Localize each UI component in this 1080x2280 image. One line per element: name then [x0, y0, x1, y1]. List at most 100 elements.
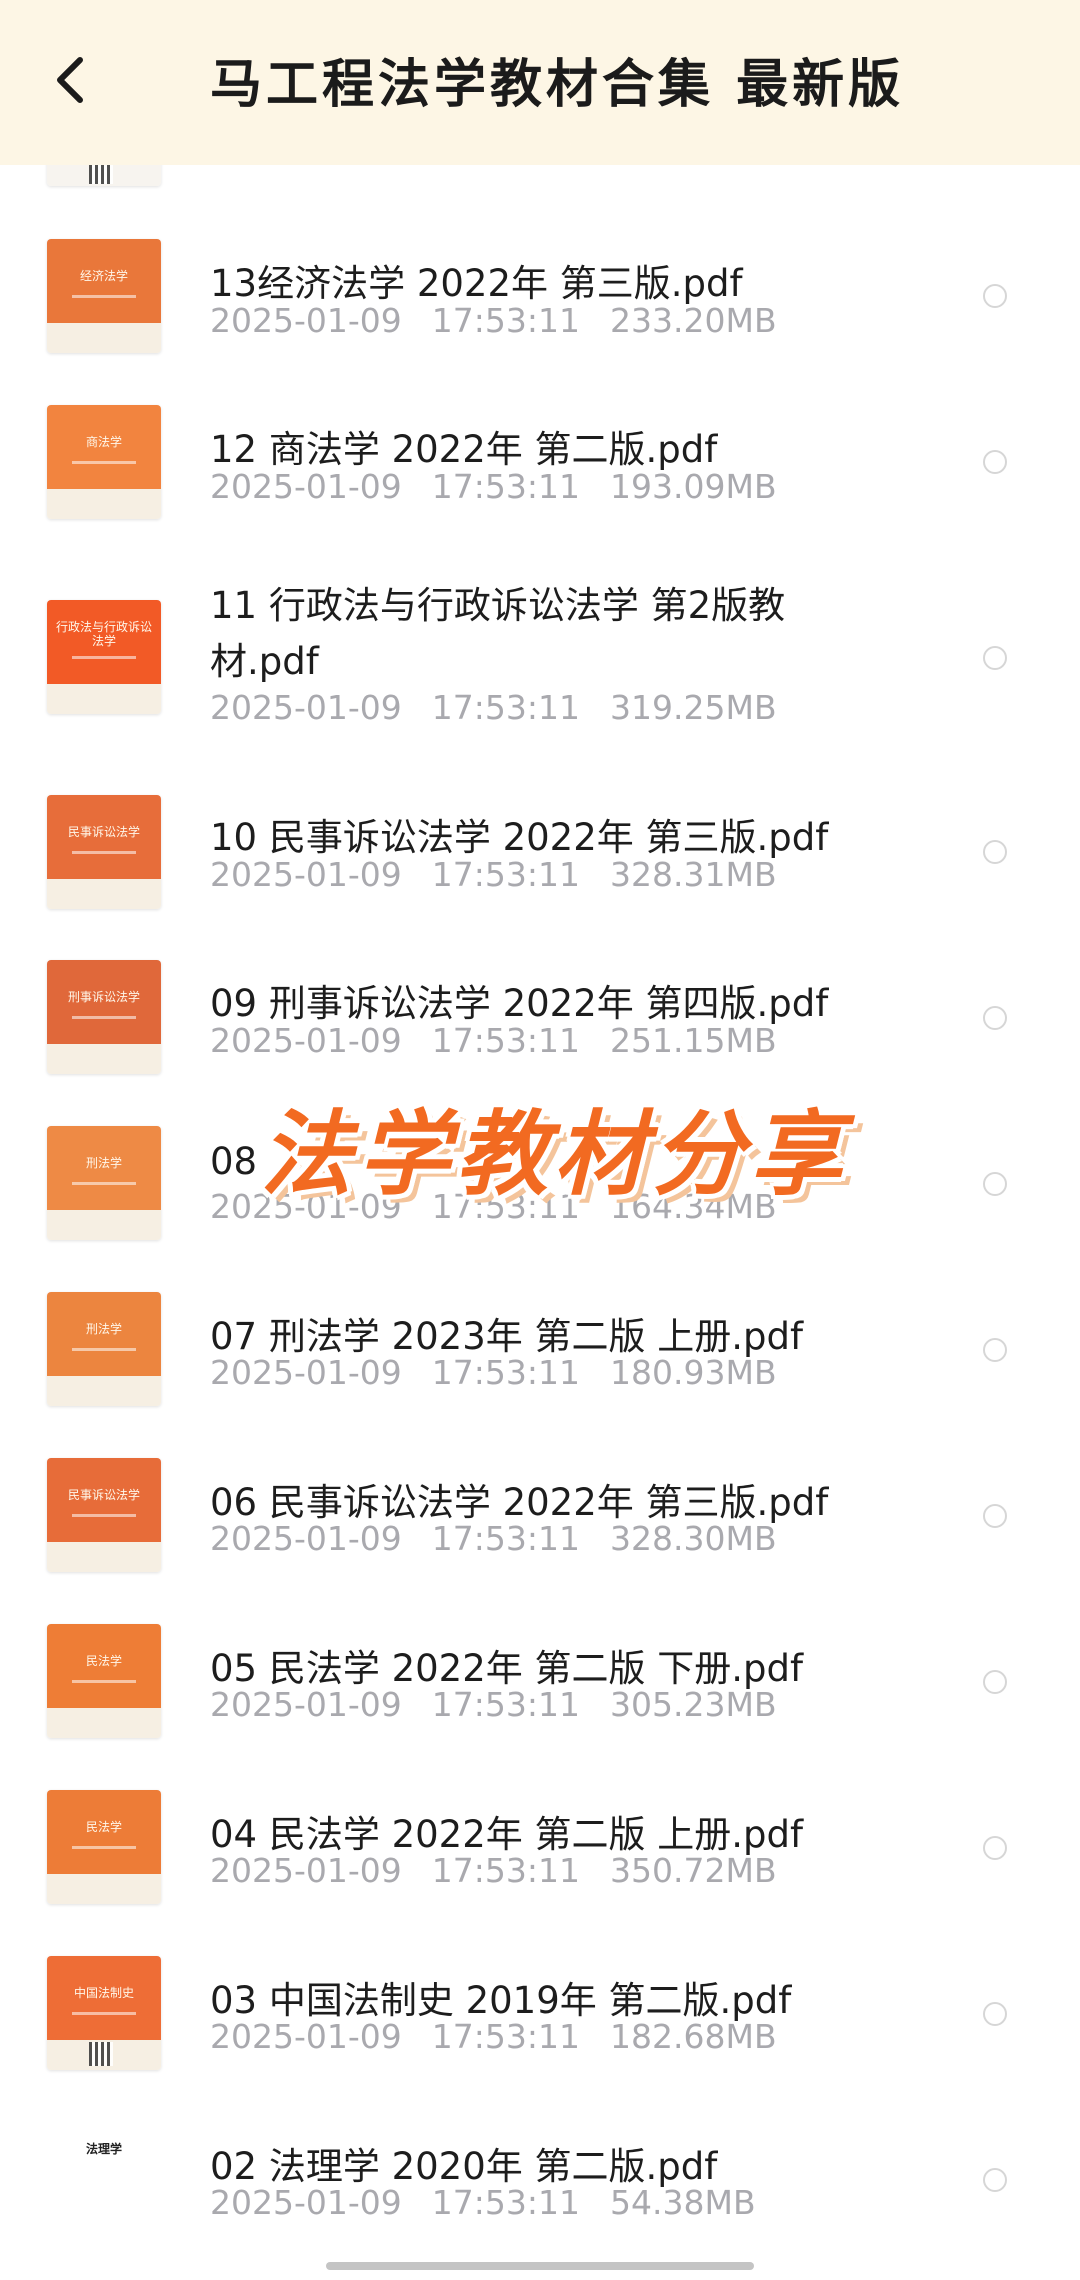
file-date: 2025-01-09: [210, 1353, 402, 1392]
select-radio[interactable]: [983, 284, 1007, 308]
select-radio[interactable]: [983, 840, 1007, 864]
list-item[interactable]: 民法学 04 民法学 2022年 第二版 上册.pdf 2025-01-09 17…: [0, 1780, 1080, 1946]
list-item[interactable]: 中国法制史 03 中国法制史 2019年 第二版.pdf 2025-01-09 1…: [0, 1946, 1080, 2112]
file-name: 09 刑事诉讼法学 2022年 第四版.pdf: [210, 982, 829, 1025]
cover-title: 民法学: [85, 1820, 122, 1834]
file-meta: 2025-01-09 17:53:11 193.09MB: [210, 467, 777, 506]
file-size: 350.72MB: [610, 1851, 777, 1890]
file-thumbnail: 民事诉讼法学: [47, 795, 161, 909]
list-item[interactable]: 商法学 12 商法学 2022年 第二版.pdf 2025-01-09 17:53…: [0, 396, 1080, 562]
cover-bottom: [47, 1542, 161, 1572]
file-name: 04 民法学 2022年 第二版 上册.pdf: [210, 1813, 804, 1856]
file-time: 17:53:11: [431, 301, 580, 340]
select-radio[interactable]: [983, 450, 1007, 474]
cover-title: 刑法学: [85, 1156, 122, 1170]
file-list-screen: 经济法学 13经济法学 2022年 第三版.pdf 2025-01-09 17:5…: [0, 0, 1080, 2280]
file-size: 319.25MB: [610, 688, 777, 727]
select-radio[interactable]: [983, 1006, 1007, 1030]
file-time: 17:53:11: [431, 688, 580, 727]
file-size: 251.15MB: [610, 1021, 777, 1060]
list-item[interactable]: 行政法与行政诉讼法学 11 行政法与行政诉讼法学 第2版教材.pdf 2025-…: [0, 570, 1080, 770]
file-date: 2025-01-09: [210, 1519, 402, 1558]
list-item[interactable]: 民事诉讼法学 10 民事诉讼法学 2022年 第三版.pdf 2025-01-0…: [0, 784, 1080, 950]
file-thumbnail: 刑法学: [47, 1292, 161, 1406]
qr-code-icon: [89, 2042, 113, 2066]
file-meta: 2025-01-09 17:53:11 182.68MB: [210, 2017, 777, 2056]
file-size: 305.23MB: [610, 1685, 777, 1724]
file-thumbnail: 民法学: [47, 1790, 161, 1904]
cover-bottom: [47, 323, 161, 353]
back-button[interactable]: [30, 35, 110, 125]
cover-bottom: [47, 1210, 161, 1240]
select-radio[interactable]: [983, 2168, 1007, 2192]
list-item[interactable]: 民法学 05 民法学 2022年 第二版 下册.pdf 2025-01-09 17…: [0, 1614, 1080, 1780]
cover-title: 中国法制史: [73, 1986, 134, 2000]
cover-title: 法理学: [85, 2142, 122, 2156]
list-item[interactable]: 法理学 02 法理学 2020年 第二版.pdf 2025-01-09 17:53…: [0, 2112, 1080, 2278]
top-app-bar: 马工程法学教材合集 最新版: [0, 0, 1080, 165]
page-title: 马工程法学教材合集 最新版: [210, 55, 905, 115]
chevron-left-icon: [57, 57, 83, 103]
file-thumbnail: 经济法学: [47, 239, 161, 353]
file-size: 233.20MB: [610, 301, 777, 340]
select-radio[interactable]: [983, 1836, 1007, 1860]
file-meta: 2025-01-09 17:53:11 350.72MB: [210, 1851, 777, 1890]
file-size: 54.38MB: [610, 2183, 756, 2222]
cover-bottom: [47, 879, 161, 909]
file-meta: 2025-01-09 17:53:11 319.25MB: [210, 688, 777, 727]
file-size: 328.30MB: [610, 1519, 777, 1558]
cover-publisher-line: [72, 1846, 136, 1849]
list-item[interactable]: 刑法学 07 刑法学 2023年 第二版 上册.pdf 2025-01-09 17…: [0, 1282, 1080, 1448]
cover-title: 刑事诉讼法学: [67, 990, 140, 1004]
file-date: 2025-01-09: [210, 301, 402, 340]
cover-publisher-line: [72, 1016, 136, 1019]
file-name: 13经济法学 2022年 第三版.pdf: [210, 262, 743, 305]
cover-title: 民事诉讼法学: [67, 825, 140, 839]
file-time: 17:53:11: [431, 1021, 580, 1060]
cover-title: 商法学: [85, 435, 122, 449]
list-item[interactable]: 经济法学 13经济法学 2022年 第三版.pdf 2025-01-09 17:5…: [0, 230, 1080, 396]
cover-bottom: [47, 1044, 161, 1074]
file-date: 2025-01-09: [210, 1021, 402, 1060]
select-radio[interactable]: [983, 1670, 1007, 1694]
cover-bottom: [47, 489, 161, 519]
file-name: 11 行政法与行政诉讼法学 第2版教材.pdf: [210, 584, 786, 683]
home-indicator[interactable]: [326, 2262, 754, 2270]
file-time: 17:53:11: [431, 2183, 580, 2222]
file-date: 2025-01-09: [210, 855, 402, 894]
file-thumbnail: 法理学: [47, 2122, 161, 2236]
file-thumbnail: 行政法与行政诉讼法学: [47, 600, 161, 714]
file-time: 17:53:11: [431, 467, 580, 506]
file-name: 02 法理学 2020年 第二版.pdf: [210, 2145, 718, 2188]
cover-image: [47, 2122, 161, 2206]
file-meta: 2025-01-09 17:53:11 54.38MB: [210, 2183, 756, 2222]
file-thumbnail: 民事诉讼法学: [47, 1458, 161, 1572]
file-name: 08: [210, 1140, 258, 1183]
file-date: 2025-01-09: [210, 2183, 402, 2222]
select-radio[interactable]: [983, 2002, 1007, 2026]
select-radio[interactable]: [983, 1172, 1007, 1196]
file-size: 328.31MB: [610, 855, 777, 894]
cover-title: 民事诉讼法学: [67, 1488, 140, 1502]
file-meta: 2025-01-09 17:53:11 305.23MB: [210, 1685, 777, 1724]
select-radio[interactable]: [983, 646, 1007, 670]
file-name: 03 中国法制史 2019年 第二版.pdf: [210, 1979, 792, 2022]
cover-publisher-line: [72, 1182, 136, 1185]
list-item[interactable]: 民事诉讼法学 06 民事诉讼法学 2022年 第三版.pdf 2025-01-0…: [0, 1448, 1080, 1614]
cover-publisher-line: [72, 656, 136, 659]
cover-publisher-line: [72, 1680, 136, 1683]
file-size: 180.93MB: [610, 1353, 777, 1392]
file-date: 2025-01-09: [210, 467, 402, 506]
file-name: 12 商法学 2022年 第二版.pdf: [210, 428, 718, 471]
file-size: 182.68MB: [610, 2017, 777, 2056]
select-radio[interactable]: [983, 1504, 1007, 1528]
file-thumbnail: 刑法学: [47, 1126, 161, 1240]
file-time: 17:53:11: [431, 855, 580, 894]
select-radio[interactable]: [983, 1338, 1007, 1362]
file-date: 2025-01-09: [210, 2017, 402, 2056]
file-meta: 2025-01-09 17:53:11 328.31MB: [210, 855, 777, 894]
file-time: 17:53:11: [431, 1519, 580, 1558]
file-name: 06 民事诉讼法学 2022年 第三版.pdf: [210, 1481, 829, 1524]
cover-publisher-line: [72, 461, 136, 464]
cover-bottom: [47, 1874, 161, 1904]
